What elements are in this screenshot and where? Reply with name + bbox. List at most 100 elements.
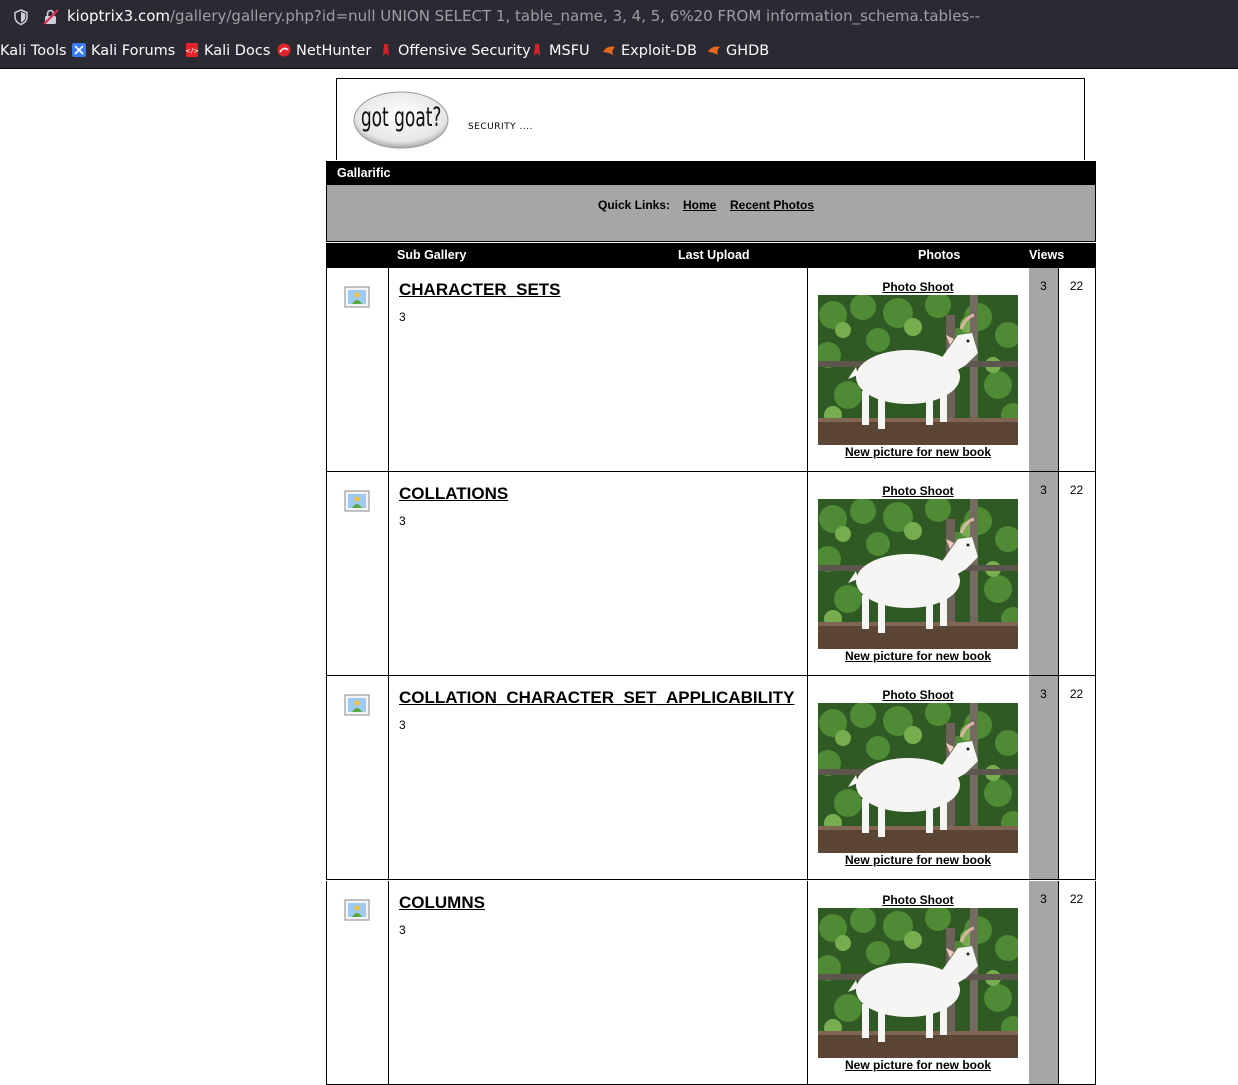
bookmark-kali-tools[interactable]: Kali Tools [0,43,67,59]
bookmark-label: Exploit-DB [621,43,697,59]
quick-links-panel: Quick Links: Home Recent Photos [326,185,1096,242]
row-photo-cell: Photo Shoot New picture for new book [807,676,1030,879]
photo-title-link[interactable]: Photo Shoot [807,280,1029,294]
gallery-image-icon[interactable] [344,488,370,514]
sub-gallery-count: 3 [399,310,406,324]
goat-photo[interactable] [818,295,1018,445]
ghdb-icon [708,46,720,55]
sub-gallery-count: 3 [399,923,406,937]
column-header-sub-gallery: Sub Gallery [397,248,467,262]
bookmark-label: MSFU [549,43,590,59]
sub-gallery-link[interactable]: COLLATIONS [399,484,508,504]
home-link[interactable]: Home [683,198,716,212]
tagline: SECURITY .... [468,122,533,132]
kali-docs-icon: </> [185,43,199,57]
goat-photo[interactable] [818,499,1018,649]
bookmark-ghdb[interactable]: GHDB [707,43,769,59]
bookmark-msfu[interactable]: MSFU [530,43,590,59]
views-count: 22 [1069,892,1084,906]
sub-gallery-link[interactable]: CHARACTER_SETS [399,280,561,300]
kali-forums-icon [72,43,86,57]
row-photos-count-cell: 3 [1029,676,1059,879]
bookmark-offensive-security[interactable]: Offensive Security [379,43,531,59]
row-name-cell: CHARACTER_SETS 3 [388,268,808,471]
got-goat-logo[interactable]: got goat? [353,90,449,150]
svg-text:</>: </> [185,47,199,55]
insecure-lock-icon[interactable] [42,8,60,26]
row-icon-cell [327,881,389,1084]
bookmark-kali-docs[interactable]: </> Kali Docs [185,43,270,59]
photo-caption-link[interactable]: New picture for new book [807,649,1029,663]
gallery-title: Gallarific [337,166,391,180]
url-path: /gallery/gallery.php?id=null UNION SELEC… [170,7,981,25]
bookmark-label: Kali Tools [0,43,67,59]
gallery-image-icon[interactable] [344,692,370,718]
column-header-photos: Photos [918,248,961,262]
offsec-icon [383,44,389,56]
row-photo-cell: Photo Shoot New picture for new book [807,268,1030,471]
bookmark-exploit-db[interactable]: Exploit-DB [602,43,697,59]
address-text[interactable]: kioptrix3.com/gallery/gallery.php?id=nul… [67,7,980,25]
row-photo-cell: Photo Shoot New picture for new book [807,881,1030,1084]
row-icon-cell [327,676,389,879]
photos-count: 3 [1040,279,1047,293]
gallery-image-icon[interactable] [344,897,370,923]
row-views-cell: 22 [1058,881,1095,1084]
photo-caption-link[interactable]: New picture for new book [807,1058,1029,1072]
row-name-cell: COLLATION_CHARACTER_SET_APPLICABILITY 3 [388,676,808,879]
recent-photos-link[interactable]: Recent Photos [730,198,814,212]
row-name-cell: COLUMNS 3 [388,881,808,1084]
photo-title-link[interactable]: Photo Shoot [807,688,1029,702]
views-count: 22 [1069,483,1084,497]
row-photos-count-cell: 3 [1029,268,1059,471]
table-header: Sub Gallery Last Upload Photos Views [326,243,1096,268]
table-row: COLLATION_CHARACTER_SET_APPLICABILITY 3 … [326,676,1096,880]
bookmark-nethunter[interactable]: NetHunter [277,43,371,59]
gallery-title-bar: Gallarific [326,161,1096,185]
url-host: kioptrix3.com [67,7,170,25]
photos-count: 3 [1040,892,1047,906]
bookmark-label: NetHunter [296,43,372,59]
sub-gallery-count: 3 [399,718,406,732]
photo-caption-link[interactable]: New picture for new book [807,853,1029,867]
table-row: COLLATIONS 3 Photo Shoot New picture for… [326,472,1096,676]
sub-gallery-count: 3 [399,514,406,528]
row-views-cell: 22 [1058,676,1095,879]
row-photos-count-cell: 3 [1029,472,1059,675]
bookmarks-bar: Kali Tools Kali Forums </> Kali Docs NetH… [0,34,1238,69]
photo-caption-link[interactable]: New picture for new book [807,445,1029,459]
photo-title-link[interactable]: Photo Shoot [807,484,1029,498]
photos-count: 3 [1040,687,1047,701]
bookmark-label: GHDB [726,43,770,59]
views-count: 22 [1069,279,1084,293]
logo-text: got goat? [361,103,442,133]
row-views-cell: 22 [1058,472,1095,675]
bookmark-kali-forums[interactable]: Kali Forums [72,43,175,59]
shield-icon[interactable] [12,8,30,26]
sub-gallery-link[interactable]: COLLATION_CHARACTER_SET_APPLICABILITY [399,688,794,708]
bookmark-label: Kali Forums [91,43,176,59]
column-header-views: Views [1029,248,1065,262]
row-photos-count-cell: 3 [1029,881,1059,1084]
row-icon-cell [327,472,389,675]
table-row: COLUMNS 3 Photo Shoot New picture for ne… [326,881,1096,1085]
site-header: got goat? SECURITY .... [336,78,1085,160]
row-photo-cell: Photo Shoot New picture for new book [807,472,1030,675]
bookmark-label: Kali Docs [204,43,271,59]
photo-title-link[interactable]: Photo Shoot [807,893,1029,907]
goat-photo[interactable] [818,908,1018,1058]
goat-photo[interactable] [818,703,1018,853]
url-bar[interactable]: kioptrix3.com/gallery/gallery.php?id=nul… [0,0,1238,34]
views-count: 22 [1069,687,1084,701]
exploit-db-icon [603,46,615,55]
gallery-image-icon[interactable] [344,284,370,310]
column-header-last-upload: Last Upload [678,248,750,262]
nethunter-icon [277,43,291,57]
row-views-cell: 22 [1058,268,1095,471]
msfu-icon [534,44,540,56]
table-row: CHARACTER_SETS 3 Photo Shoot New picture… [326,268,1096,472]
quick-links-label: Quick Links: [598,198,671,212]
sub-gallery-link[interactable]: COLUMNS [399,893,485,913]
row-name-cell: COLLATIONS 3 [388,472,808,675]
bookmark-label: Offensive Security [398,43,531,59]
